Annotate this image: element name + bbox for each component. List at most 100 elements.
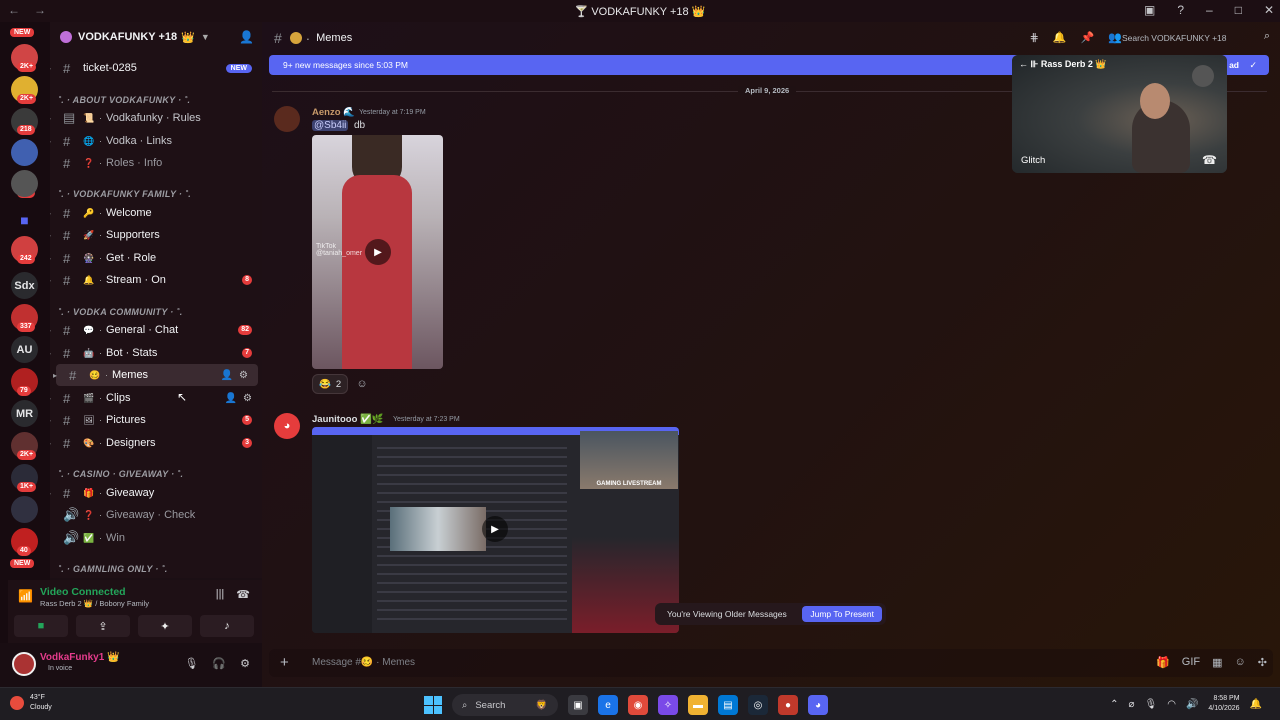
clock[interactable]: 8:58 PM 4/10/2026 xyxy=(1208,694,1239,714)
headphones-icon[interactable]: 🎧 xyxy=(212,657,226,670)
author-name[interactable]: Jaunitooo ✅🌿 xyxy=(312,414,384,425)
maximize-icon[interactable]: □ xyxy=(1235,3,1242,17)
task-view-icon[interactable]: ▣ xyxy=(568,695,588,715)
category-family[interactable]: ˚. · VODKAFUNKY FAMILY · ˚.+ xyxy=(58,189,191,199)
voice-status[interactable]: Video Connected xyxy=(40,586,126,598)
channel-clips[interactable]: ▸#🎬·Clips👤⚙ xyxy=(50,387,262,409)
play-icon[interactable]: ▶ xyxy=(365,239,391,265)
category-community[interactable]: ˚. · VODKA COMMUNITY · ˚.+ xyxy=(58,307,183,317)
back-arrow-icon[interactable]: ← xyxy=(1019,59,1028,69)
channel-get-role[interactable]: ▸#🎡·Get · Role xyxy=(50,247,262,269)
channel-giveaway-check[interactable]: 🔊 ❓ · Giveaway · Check xyxy=(50,504,262,526)
channel-designers[interactable]: ▸#🎨·Designers3 xyxy=(50,432,262,454)
play-icon[interactable]: ▶ xyxy=(482,516,508,542)
file-explorer-icon[interactable]: ▬ xyxy=(688,695,708,715)
discord-icon[interactable]: ◕ xyxy=(808,695,828,715)
disconnect-icon[interactable]: ☎ xyxy=(236,588,250,601)
members-icon[interactable]: 👥 xyxy=(1108,31,1122,44)
noise-suppression-icon[interactable]: ||| xyxy=(216,588,225,601)
weather-widget[interactable]: 43°F Cloudy xyxy=(10,693,52,713)
windows-start-icon[interactable] xyxy=(424,696,442,714)
plus-icon[interactable]: + xyxy=(280,654,289,671)
server-icon-au[interactable]: AU xyxy=(11,336,38,363)
activities-button[interactable]: ✦ xyxy=(138,615,192,637)
server-icon-sdx[interactable]: Sdx xyxy=(11,272,38,299)
picture-in-picture[interactable]: ← ⊪ Rass Derb 2 👑 Glitch ☎ xyxy=(1012,55,1227,173)
gear-icon[interactable]: ⚙ xyxy=(243,393,252,404)
help-icon[interactable]: ? xyxy=(1177,3,1184,17)
channel-general-chat[interactable]: ▸#💬·General · Chat82 xyxy=(50,319,262,341)
mark-read-icon[interactable]: ✓ xyxy=(1249,55,1257,75)
app-icon[interactable]: ● xyxy=(778,695,798,715)
disconnect-icon[interactable]: ☎ xyxy=(1202,153,1217,167)
network-icon[interactable]: ⌀ xyxy=(1128,699,1134,710)
chevron-up-icon[interactable]: ⌃ xyxy=(1110,699,1118,710)
server-icon[interactable] xyxy=(11,496,38,523)
channel-supporters[interactable]: ▸#🚀·Supporters xyxy=(50,224,262,246)
chrome-icon[interactable]: ◉ xyxy=(628,695,648,715)
camera-button[interactable]: ■ xyxy=(14,615,68,637)
microphone-icon[interactable]: 🎙 xyxy=(184,657,198,670)
channel-memes[interactable]: ▸ # 🥴 · Memes 👤 ⚙ xyxy=(53,364,258,386)
channel-stream-on[interactable]: ▸#🔔·Stream · On8 xyxy=(50,269,262,291)
avatar[interactable]: ◕ xyxy=(274,413,300,439)
invite-icon[interactable]: 👤 xyxy=(221,370,233,381)
server-icon[interactable] xyxy=(11,170,38,197)
channel-ticket[interactable]: ▸ # ticket-0285 NEW xyxy=(50,57,262,79)
threads-icon[interactable]: ⋕ xyxy=(1030,31,1039,44)
gif-icon[interactable]: GIF xyxy=(1182,656,1200,669)
channel-bot-stats[interactable]: ▸#🤖·Bot · Stats7 xyxy=(50,342,262,364)
jump-to-present-button[interactable]: Jump To Present xyxy=(802,606,882,622)
server-icon-mr[interactable]: MR xyxy=(11,400,38,427)
category-about[interactable]: ˚. · ABOUT VODKAFUNKY · ˚.+ xyxy=(58,95,190,105)
guild-header[interactable]: VODKAFUNKY +18 👑 ▼ 👤 xyxy=(50,22,262,52)
close-icon[interactable]: ✕ xyxy=(1264,3,1274,17)
video-attachment[interactable]: GAMING LIVESTREAM ▶ xyxy=(312,427,679,633)
channel-links[interactable]: ▸#🌐·Vodka · Links xyxy=(50,130,262,152)
taskbar-search[interactable]: ⌕ Search 🦁 xyxy=(452,694,558,716)
category-gambling[interactable]: ˚. · GAMNLING ONLY · ˚.+ xyxy=(58,564,168,574)
bell-icon[interactable]: 🔔 xyxy=(1053,31,1067,44)
avatar[interactable] xyxy=(274,106,300,132)
avatar[interactable] xyxy=(12,652,36,676)
store-icon[interactable]: ▤ xyxy=(718,695,738,715)
channel-rules[interactable]: ▸▤📜·Vodkafunky · Rules xyxy=(50,107,262,129)
gear-icon[interactable]: ⚙ xyxy=(239,370,248,381)
screen-share-button[interactable]: ⇪ xyxy=(76,615,130,637)
username[interactable]: VodkaFunky1 👑 xyxy=(40,652,120,663)
mark-read-label[interactable]: ad xyxy=(1229,55,1239,75)
category-casino[interactable]: ˚. · CASINO · GIVEAWAY · ˚.+ xyxy=(58,469,183,479)
folder-icon[interactable]: ■ xyxy=(11,206,38,233)
add-member-icon[interactable]: 👤 xyxy=(239,30,254,44)
search-icon[interactable]: ⌕ xyxy=(1264,30,1270,43)
edge-icon[interactable]: e xyxy=(598,695,618,715)
gear-icon[interactable]: ⚙ xyxy=(240,657,250,670)
volume-icon[interactable]: 🔊 xyxy=(1186,699,1198,710)
add-reaction-icon[interactable]: ☺ xyxy=(352,374,372,394)
voice-channel-info[interactable]: Rass Derb 2 👑 / Bobony Family xyxy=(40,599,149,608)
copilot-icon[interactable]: ✧ xyxy=(658,695,678,715)
reaction-button[interactable]: 😂 2 xyxy=(312,374,349,394)
inbox-icon[interactable]: ▣ xyxy=(1144,3,1155,17)
channel-giveaway[interactable]: ▸#🎁·Giveaway xyxy=(50,482,262,504)
video-attachment[interactable]: TikTok @taniah_omer ▶ xyxy=(312,135,443,369)
invite-icon[interactable]: 👤 xyxy=(225,393,237,404)
emoji-icon[interactable]: ☺ xyxy=(1235,656,1246,669)
author-name[interactable]: Aenzo 🌊 xyxy=(312,107,355,118)
gift-icon[interactable]: 🎁 xyxy=(1156,656,1170,669)
channel-roles[interactable]: # ❓ · Roles · Info xyxy=(50,152,262,174)
pin-icon[interactable]: 📌 xyxy=(1081,31,1095,44)
server-icon[interactable] xyxy=(11,139,38,166)
notification-icon[interactable]: 🔔 xyxy=(1250,699,1262,710)
apps-icon[interactable]: ✣ xyxy=(1258,656,1267,669)
user-mention[interactable]: @Sb4ii xyxy=(312,120,349,131)
minimize-icon[interactable]: – xyxy=(1206,3,1213,17)
steam-icon[interactable]: ◎ xyxy=(748,695,768,715)
message-composer[interactable]: + Message #🥴 · Memes 🎁 GIF ▦ ☺ ✣ xyxy=(269,649,1273,677)
wifi-icon[interactable]: ◠ xyxy=(1167,699,1176,710)
message-input[interactable]: Message #🥴 · Memes xyxy=(312,657,415,668)
sticker-icon[interactable]: ▦ xyxy=(1212,656,1222,669)
soundboard-button[interactable]: ♪ xyxy=(200,615,254,637)
channel-pictures[interactable]: ▸#🖼·Pictures5 xyxy=(50,409,262,431)
search-input[interactable]: Search VODKAFUNKY +18 xyxy=(1122,30,1250,46)
